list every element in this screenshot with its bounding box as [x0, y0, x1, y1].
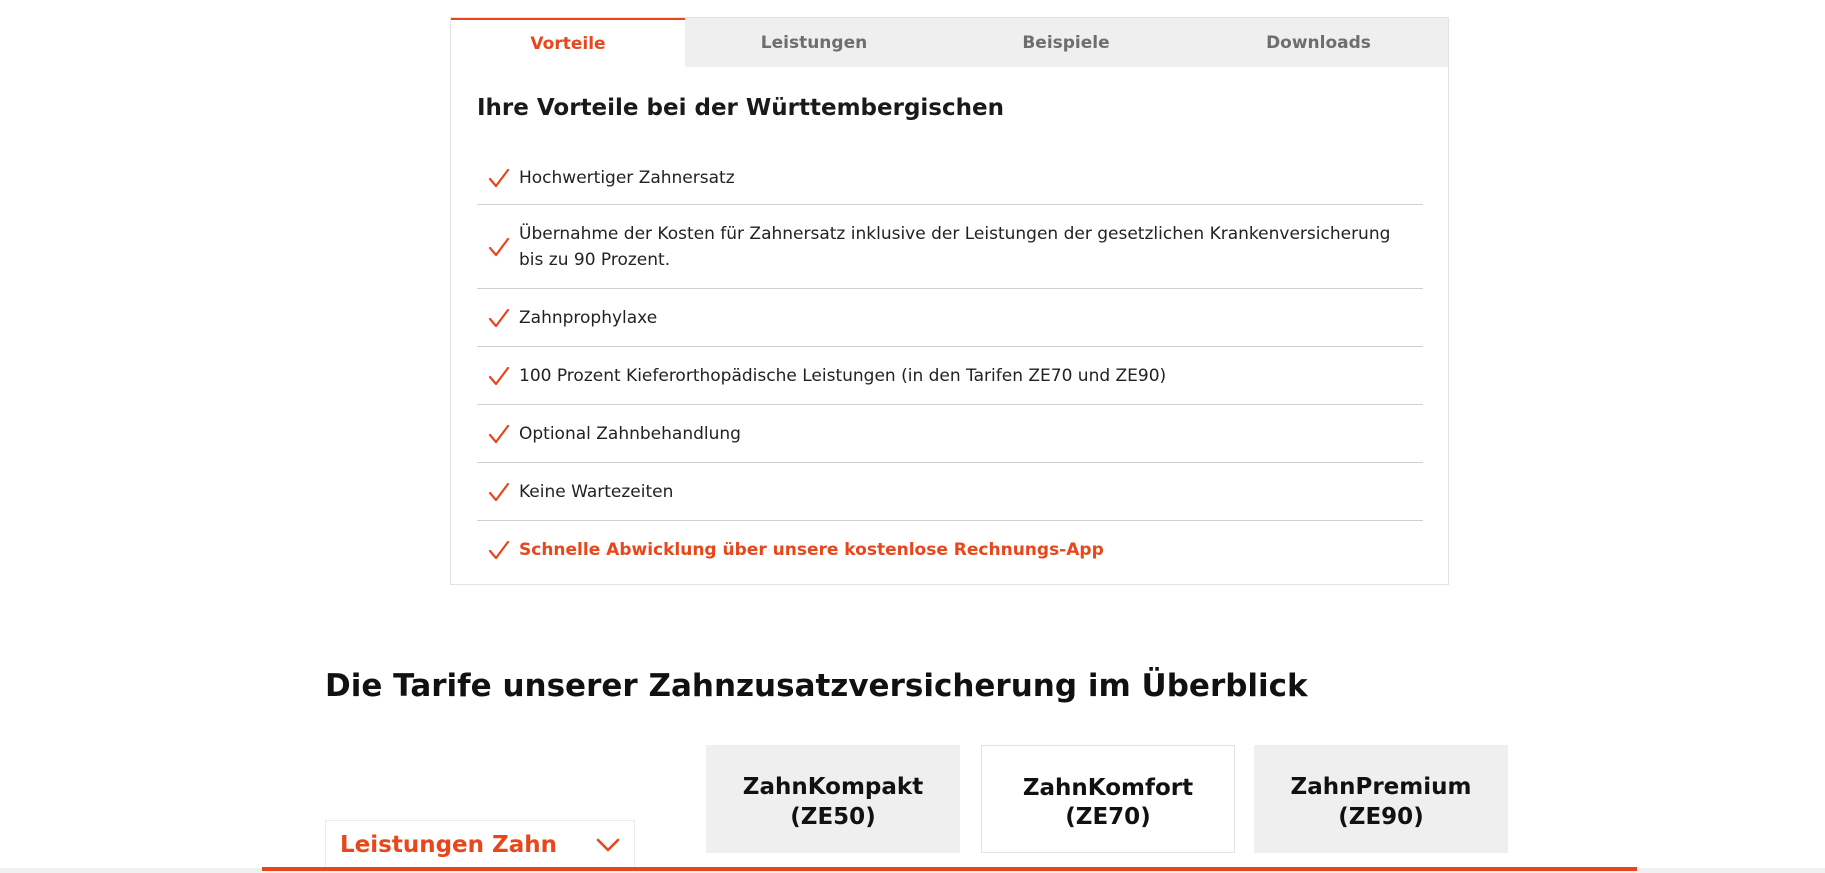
accent-divider [262, 867, 1637, 871]
checkmark-icon [487, 422, 511, 446]
checkmark-icon [487, 235, 511, 259]
tariff-overview-title: Die Tarife unserer Zahnzusatzversicherun… [325, 668, 1308, 704]
checkmark-icon [487, 480, 511, 504]
accordion-label: Leistungen Zahn [340, 831, 557, 858]
advantages-list: Hochwertiger Zahnersatz Übernahme der Ko… [477, 151, 1423, 579]
list-item: Optional Zahnbehandlung [477, 405, 1423, 463]
advantages-title: Ihre Vorteile bei der Württembergischen [477, 95, 1004, 121]
product-tab-panel: Vorteile Leistungen Beispiele Downloads … [450, 17, 1449, 585]
tariff-name: ZahnKompakt [742, 774, 924, 800]
advantage-text: 100 Prozent Kieferorthopädische Leistung… [519, 365, 1167, 386]
tariff-code: (ZE70) [1065, 804, 1151, 830]
list-item: Zahnprophylaxe [477, 289, 1423, 347]
list-item: Übernahme der Kosten für Zahnersatz inkl… [477, 205, 1423, 289]
list-item: 100 Prozent Kieferorthopädische Leistung… [477, 347, 1423, 405]
list-item: Hochwertiger Zahnersatz [477, 151, 1423, 205]
rechnungs-app-link[interactable]: Schnelle Abwicklung über unsere kostenlo… [519, 537, 1104, 563]
tariff-code: (ZE50) [790, 804, 876, 830]
list-item: Keine Wartezeiten [477, 463, 1423, 521]
checkmark-icon [487, 166, 511, 190]
tariff-card-ze70[interactable]: ZahnKomfort (ZE70) [981, 745, 1235, 853]
advantage-text: Zahnprophylaxe [519, 307, 658, 328]
tariff-code: (ZE90) [1338, 804, 1424, 830]
tab-leistungen[interactable]: Leistungen [685, 18, 943, 67]
accordion-leistungen-zahn[interactable]: Leistungen Zahn [325, 820, 635, 868]
list-item[interactable]: Schnelle Abwicklung über unsere kostenlo… [477, 521, 1423, 579]
tab-downloads[interactable]: Downloads [1189, 18, 1448, 67]
tariff-name: ZahnKomfort [1022, 775, 1194, 801]
checkmark-icon [487, 538, 511, 562]
checkmark-icon [487, 306, 511, 330]
tab-beispiele[interactable]: Beispiele [943, 18, 1189, 67]
advantage-text: Keine Wartezeiten [519, 481, 674, 502]
checkmark-icon [487, 364, 511, 388]
tariff-card-ze50[interactable]: ZahnKompakt (ZE50) [706, 745, 960, 853]
tab-bar: Vorteile Leistungen Beispiele Downloads [451, 18, 1448, 67]
advantage-text: Übernahme der Kosten für Zahnersatz inkl… [519, 223, 1391, 270]
tariff-name: ZahnPremium [1290, 774, 1472, 800]
tab-content: Ihre Vorteile bei der Württembergischen … [451, 67, 1448, 579]
tariff-card-ze90[interactable]: ZahnPremium (ZE90) [1254, 745, 1508, 853]
chevron-down-icon[interactable] [596, 837, 620, 853]
advantage-text: Hochwertiger Zahnersatz [519, 167, 735, 188]
tab-vorteile[interactable]: Vorteile [451, 18, 685, 67]
advantage-text: Optional Zahnbehandlung [519, 423, 741, 444]
